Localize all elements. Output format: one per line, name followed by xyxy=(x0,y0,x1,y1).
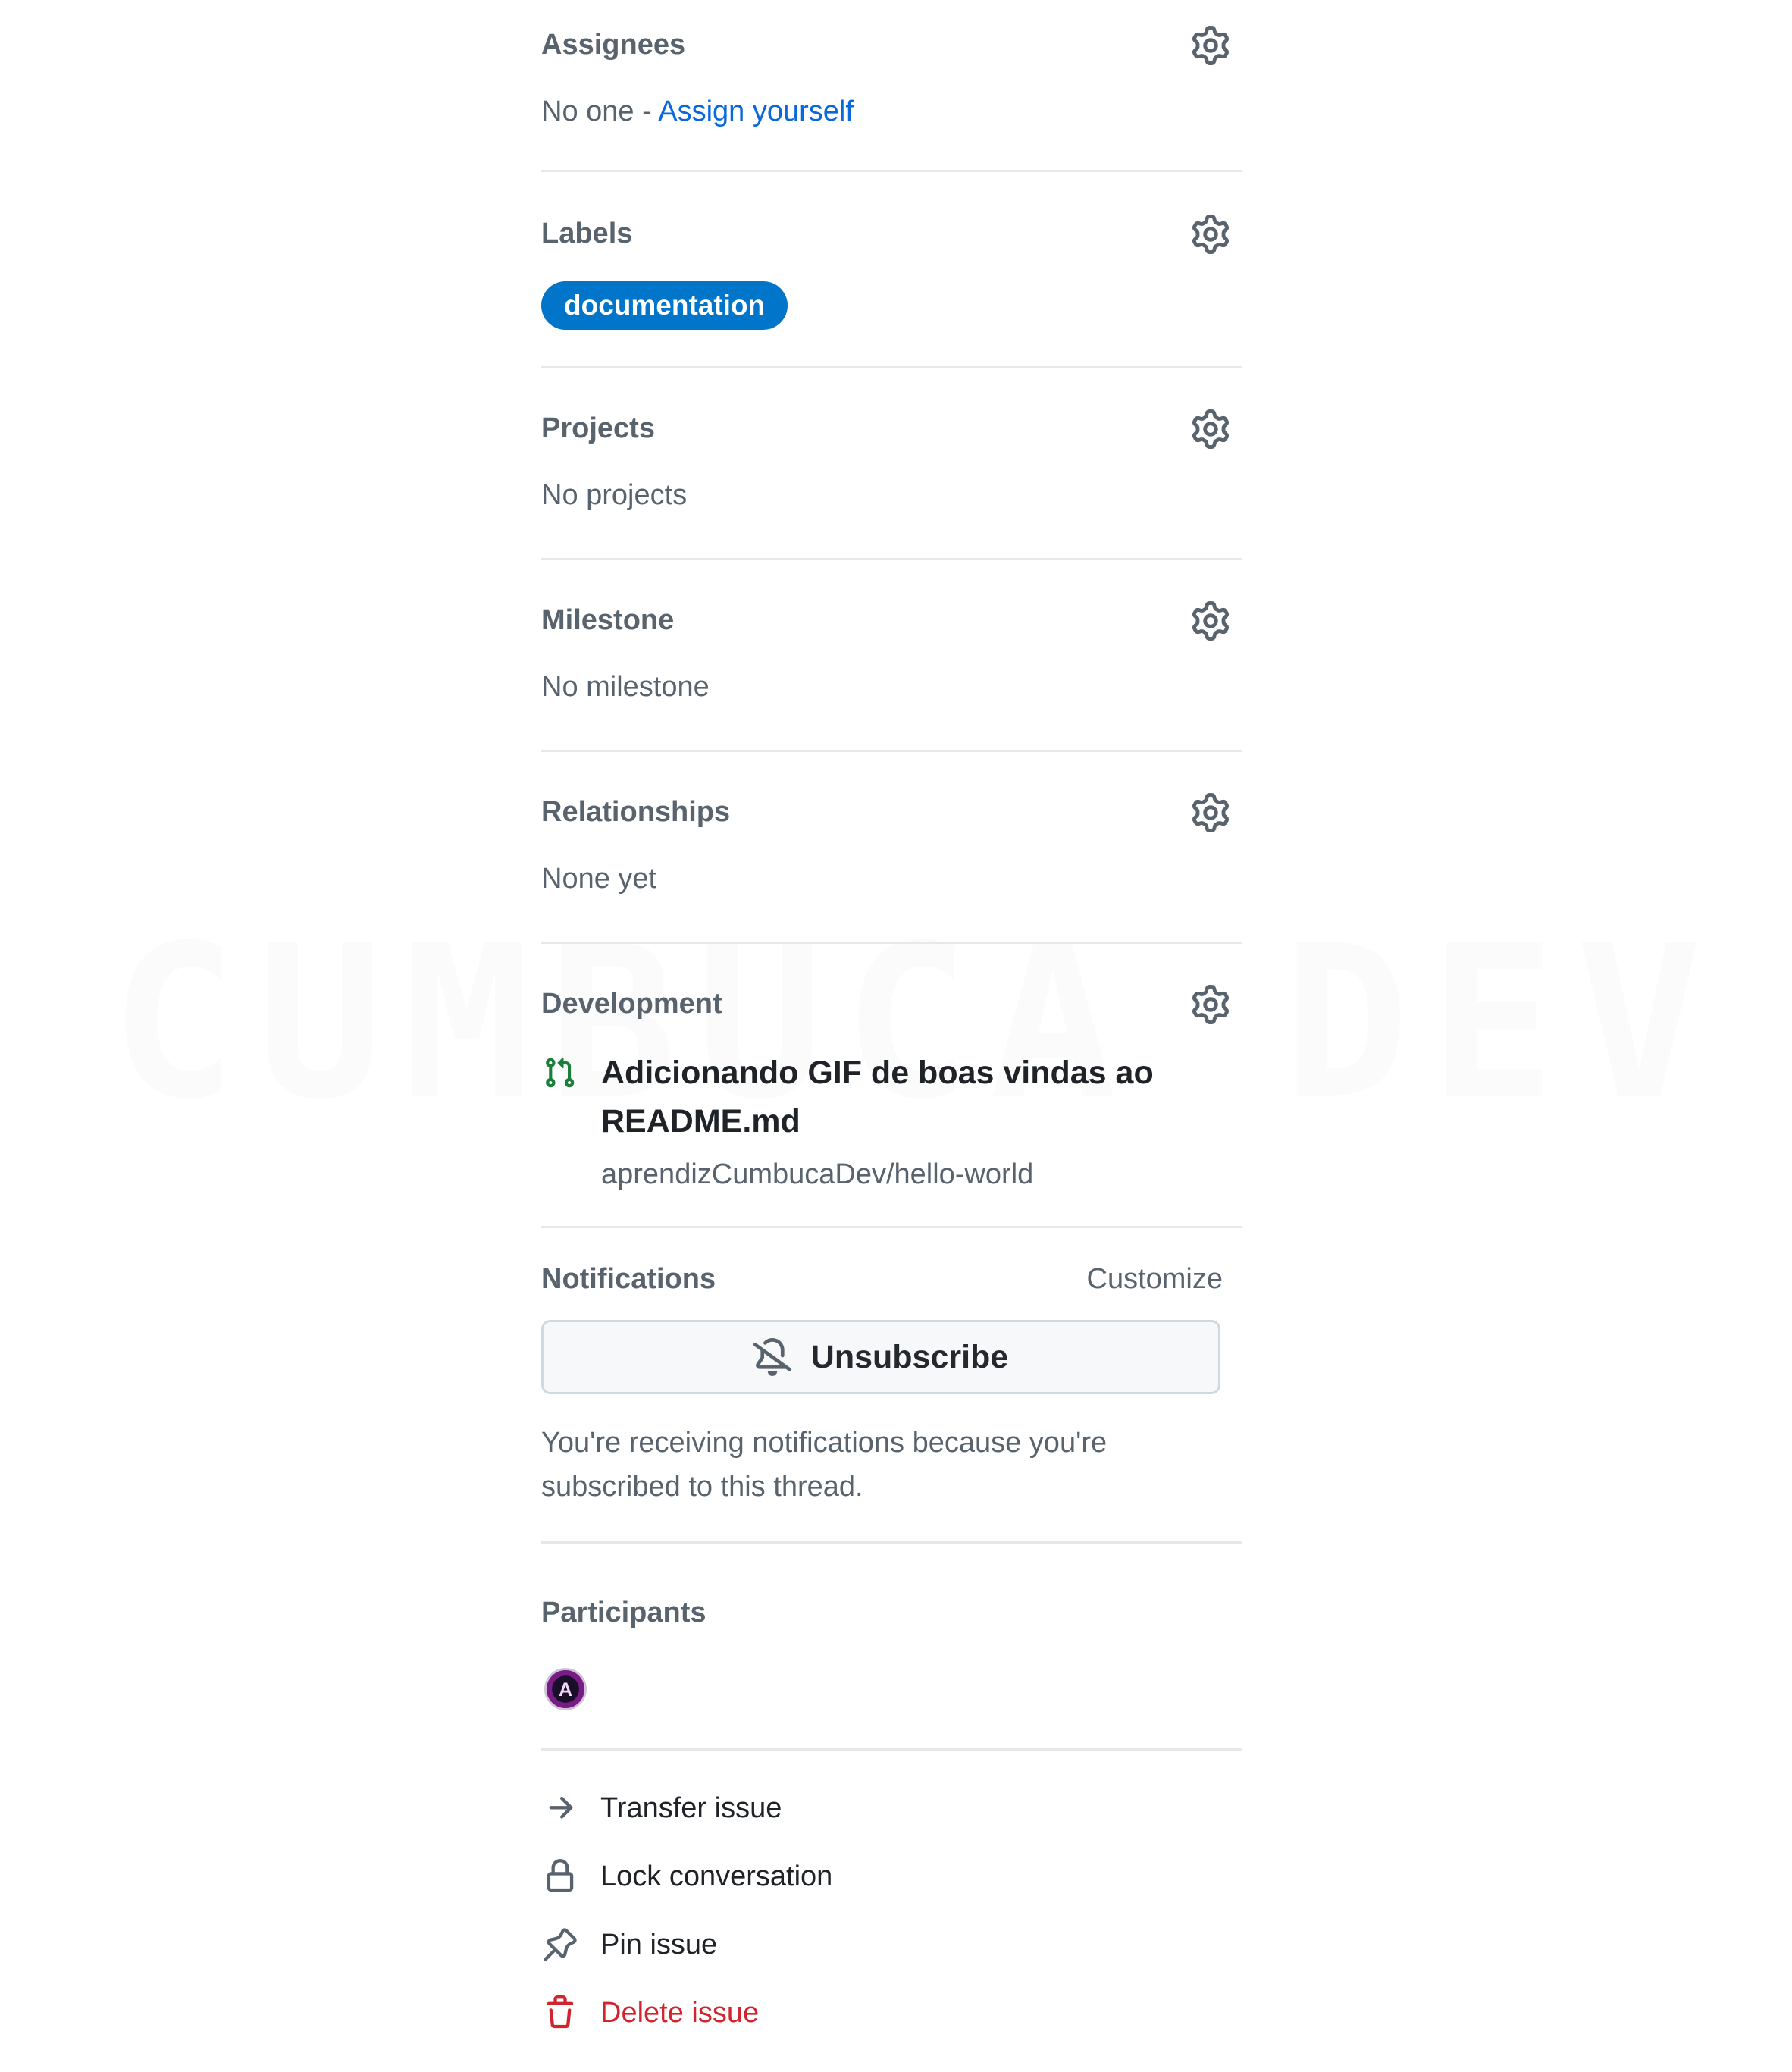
notifications-section: Notifications Customize Unsubscribe You'… xyxy=(541,1228,1242,1544)
lock-conversation-label: Lock conversation xyxy=(600,1860,833,1892)
issue-sidebar: Assignees No one - Assign yourself Label… xyxy=(541,0,1242,2054)
relationships-gear-icon[interactable] xyxy=(1191,793,1230,832)
development-section: Development Adicionando GIF de boas vind… xyxy=(541,944,1242,1228)
notifications-heading: Notifications xyxy=(541,1263,716,1295)
pin-issue-label: Pin issue xyxy=(600,1928,718,1961)
linked-pull-request-title[interactable]: Adicionando GIF de boas vindas ao README… xyxy=(601,1049,1223,1146)
labels-heading: Labels xyxy=(541,218,633,249)
assignees-gear-icon[interactable] xyxy=(1191,26,1230,65)
assignees-none-text: No one - xyxy=(541,96,659,127)
avatar[interactable]: A xyxy=(544,1668,587,1710)
development-gear-icon[interactable] xyxy=(1191,985,1230,1024)
transfer-issue-action[interactable]: Transfer issue xyxy=(541,1785,782,1831)
projects-section: Projects No projects xyxy=(541,368,1242,560)
issue-actions: Transfer issue Lock conversation Pin iss… xyxy=(541,1751,1242,2054)
milestone-empty-text: No milestone xyxy=(541,671,710,703)
git-pull-request-icon xyxy=(543,1056,576,1089)
milestone-gear-icon[interactable] xyxy=(1191,601,1230,641)
notifications-reason-text: You're receiving notifications because y… xyxy=(541,1427,1107,1503)
assignees-section: Assignees No one - Assign yourself xyxy=(541,0,1242,172)
unsubscribe-button[interactable]: Unsubscribe xyxy=(541,1320,1220,1394)
assignees-heading: Assignees xyxy=(541,29,686,61)
trash-icon xyxy=(543,1995,578,2030)
avatar-initial: A xyxy=(559,1679,572,1701)
projects-heading: Projects xyxy=(541,412,655,444)
bell-slash-icon xyxy=(753,1338,791,1376)
delete-issue-label: Delete issue xyxy=(600,1996,760,2029)
pin-issue-action[interactable]: Pin issue xyxy=(541,1922,717,1967)
assign-yourself-link[interactable]: Assign yourself xyxy=(658,96,854,127)
relationships-section: Relationships None yet xyxy=(541,752,1242,944)
pin-icon xyxy=(543,1927,578,1962)
arrow-right-icon xyxy=(543,1791,578,1826)
relationships-empty-text: None yet xyxy=(541,863,657,895)
participants-heading: Participants xyxy=(541,1597,706,1628)
linked-pull-request-repo[interactable]: aprendizCumbucaDev/hello-world xyxy=(601,1158,1033,1191)
lock-icon xyxy=(543,1859,578,1894)
projects-gear-icon[interactable] xyxy=(1191,409,1230,449)
delete-issue-action[interactable]: Delete issue xyxy=(541,1990,759,2036)
transfer-issue-label: Transfer issue xyxy=(600,1791,782,1824)
labels-gear-icon[interactable] xyxy=(1191,215,1230,254)
development-heading: Development xyxy=(541,988,722,1020)
milestone-section: Milestone No milestone xyxy=(541,560,1242,752)
label-documentation[interactable]: documentation xyxy=(541,281,788,330)
lock-conversation-action[interactable]: Lock conversation xyxy=(541,1854,832,1899)
projects-empty-text: No projects xyxy=(541,479,688,511)
notifications-customize-link[interactable]: Customize xyxy=(1087,1263,1223,1296)
unsubscribe-button-label: Unsubscribe xyxy=(810,1338,1009,1375)
assignees-value: No one - Assign yourself xyxy=(541,96,854,128)
relationships-heading: Relationships xyxy=(541,796,731,828)
participants-section: Participants A xyxy=(541,1544,1242,1751)
labels-section: Labels documentation xyxy=(541,172,1242,368)
milestone-heading: Milestone xyxy=(541,604,675,636)
